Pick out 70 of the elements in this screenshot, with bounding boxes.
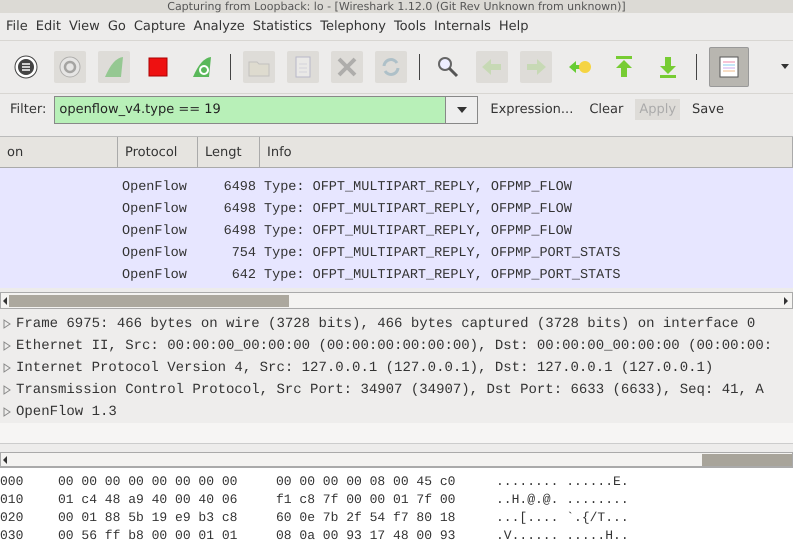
menu-item[interactable]: View	[64, 19, 104, 34]
length-cell-text: 642	[230, 268, 257, 283]
offset-cell-text: 020	[0, 510, 24, 525]
detail-line[interactable]: Transmission Control Protocol, Src Port: 34907 (34907), Dst Port: 6633 (6633), Seq: 41, A	[16, 382, 764, 398]
hex-bytes: 01 c4 48 a9 40 00 40 06	[58, 492, 238, 507]
hex-bytes: f1 c8 7f 00 00 01 7f 00	[276, 492, 456, 507]
caret-icon	[456, 106, 467, 113]
menu-item[interactable]: Telephony	[316, 19, 390, 34]
menu-item[interactable]: Analyze	[190, 19, 249, 34]
column-header[interactable]: Lengt	[198, 137, 260, 168]
hex-bytes: 60 0e 7b 2f 54 f7 80 18	[276, 510, 456, 525]
menu-item[interactable]: File	[2, 19, 32, 34]
menu-item[interactable]: Capture	[130, 19, 190, 34]
protocol-cell-text: OpenFlow	[121, 202, 188, 217]
column-header[interactable]: on	[0, 137, 118, 168]
filter-button[interactable]: Save	[688, 99, 728, 120]
protocol-cell-text: OpenFlow	[121, 224, 188, 239]
column-header[interactable]: Protocol	[118, 137, 198, 168]
menu-item[interactable]: Go	[104, 19, 130, 34]
protocol-cell-text: OpenFlow	[121, 246, 188, 261]
hex-bytes: 00 00 00 00 08 00 45 c0	[276, 474, 456, 489]
info-cell-text: Type: OFPT_MULTIPART_REPLY, OFPMP_FLOW	[263, 224, 573, 239]
detail-line[interactable]: Internet Protocol Version 4, Src: 127.0.0.1 (127.0.0.1), Dst: 127.0.0.1 (127.0.0.1)	[16, 360, 714, 376]
hex-bytes: 00 00 00 00 00 00 00 00	[58, 474, 238, 489]
filter-label: Filter:	[10, 102, 46, 118]
ascii-text: ..H.@.@. ........	[496, 492, 630, 507]
length-cell-text: 6498	[222, 180, 257, 195]
expander-icon[interactable]	[2, 407, 12, 418]
offset-cell-text: 010	[0, 492, 24, 507]
detail-line[interactable]: Frame 6975: 466 bytes on wire (3728 bits), 466 bytes captured (3728 bits) on interface 0	[16, 316, 756, 332]
menu-item[interactable]: Help	[494, 19, 532, 34]
filter-button[interactable]: Expression...	[486, 99, 578, 120]
length-cell-text: 754	[230, 246, 257, 261]
expander-icon[interactable]	[2, 341, 12, 352]
info-cell-text: Type: OFPT_MULTIPART_REPLY, OFPMP_PORT_STATS	[263, 268, 622, 283]
overflow-caret-icon[interactable]	[781, 64, 789, 70]
filter-button[interactable]: Clear	[585, 99, 628, 120]
menu-item[interactable]: Internals	[430, 19, 495, 34]
protocol-cell-text: OpenFlow	[121, 268, 188, 283]
info-cell-text: Type: OFPT_MULTIPART_REPLY, OFPMP_PORT_STATS	[263, 246, 622, 261]
ascii-text: ...[.... `.{/T...	[496, 510, 630, 525]
ascii-text: ........ ......E.	[496, 474, 630, 489]
column-header[interactable]: Info	[260, 137, 793, 168]
ascii-text: .V...... .....H..	[496, 528, 630, 543]
hex-bytes: 00 56 ff b8 00 00 01 01	[58, 528, 238, 543]
gear-icon	[57, 54, 83, 80]
hex-bytes: 08 0a 00 93 17 48 00 93	[276, 528, 456, 543]
info-cell-text: Type: OFPT_MULTIPART_REPLY, OFPMP_FLOW	[263, 180, 573, 195]
list-icon	[13, 54, 39, 80]
menu-item[interactable]: Edit	[32, 19, 65, 34]
dropdown-button[interactable]	[446, 96, 478, 124]
menu-item[interactable]: Statistics	[248, 19, 316, 34]
menu-item[interactable]: Tools	[390, 19, 430, 34]
offset-cell-text: 000	[0, 474, 24, 489]
expander-icon[interactable]	[2, 363, 12, 374]
detail-line[interactable]: Ethernet II, Src: 00:00:00_00:00:00 (00:00:00:00:00:00), Dst: 00:00:00_00:00:00 (00:00:00:	[16, 338, 772, 354]
horizontal-scrollbar[interactable]	[0, 292, 793, 310]
expander-icon[interactable]	[2, 319, 12, 330]
expander-icon[interactable]	[2, 385, 12, 396]
length-cell-text: 6498	[222, 224, 257, 239]
filter-field[interactable]: openflow_v4.type == 19	[54, 96, 446, 124]
horizontal-scrollbar[interactable]	[0, 452, 793, 468]
hex-bytes: 00 01 88 5b 19 e9 b3 c8	[58, 510, 238, 525]
detail-line[interactable]: OpenFlow 1.3	[16, 404, 117, 420]
info-cell-text: Type: OFPT_MULTIPART_REPLY, OFPMP_FLOW	[263, 202, 573, 217]
toolbar-button[interactable]	[709, 46, 749, 87]
length-cell-text: 6498	[222, 202, 257, 217]
offset-cell-text: 030	[0, 528, 24, 543]
window-title: Capturing from Loopback: lo - [Wireshark 1.12.0 (Git Rev Unknown from unknown)]	[167, 0, 626, 13]
protocol-cell-text: OpenFlow	[121, 180, 188, 195]
